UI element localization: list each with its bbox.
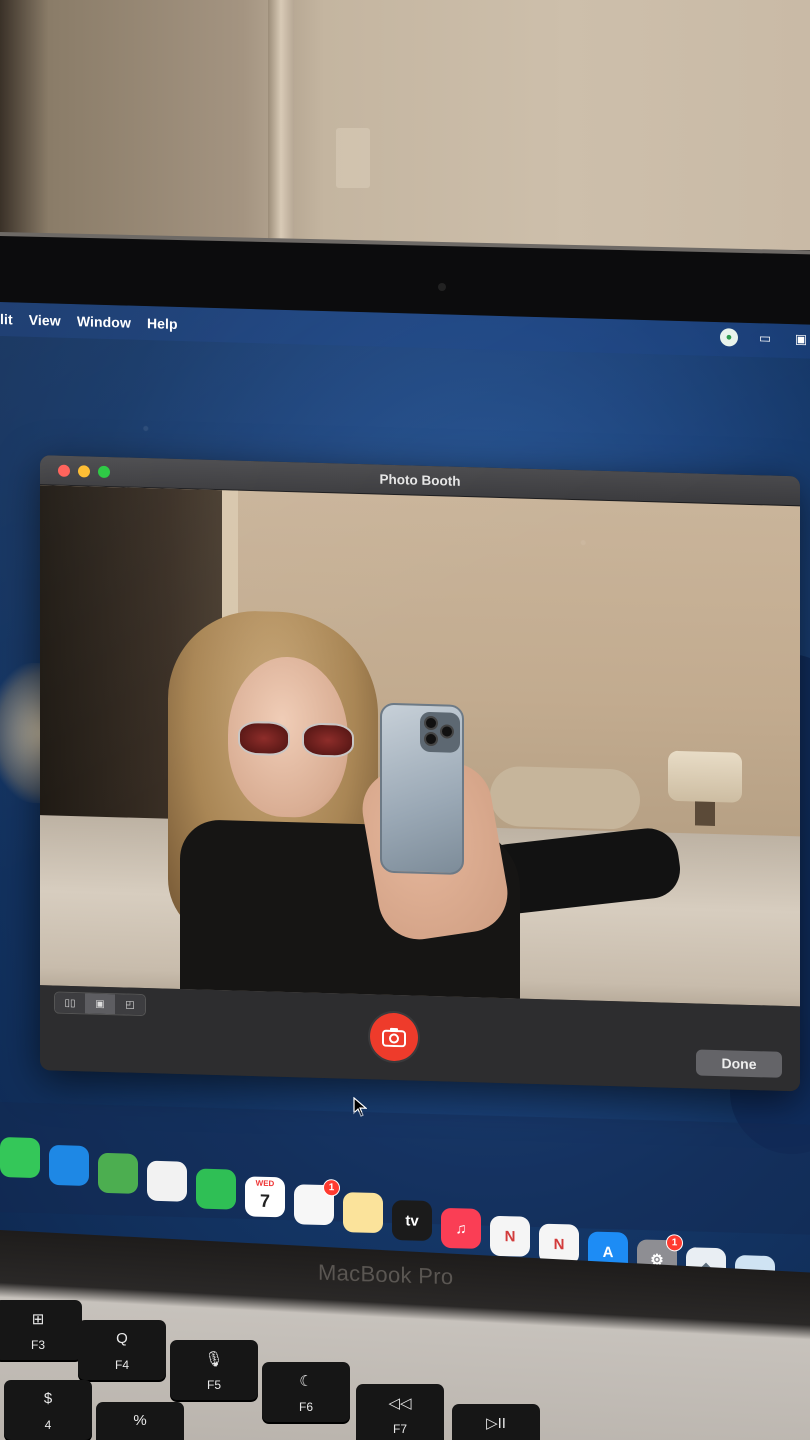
preview-pillow	[490, 765, 640, 830]
view-mode-toggle: ▯▯ ▣ ◰	[54, 991, 146, 1017]
dock-calendar-icon[interactable]: WED 7	[245, 1176, 285, 1218]
preview-doorway	[40, 485, 225, 991]
split-view-icon[interactable]: ▯▯	[55, 992, 85, 1014]
dock-icon-label: ♫	[455, 1219, 467, 1238]
menu-window[interactable]: Window	[77, 313, 131, 331]
minimize-button[interactable]	[78, 464, 90, 478]
calendar-day-label: WED	[255, 1178, 275, 1189]
preview-door-frame	[222, 490, 238, 991]
dock-icon-label: N	[553, 1235, 565, 1253]
photo-booth-window: Photo Booth ▯▯ ▣ ◰ Done	[40, 455, 800, 1092]
phone-lens	[424, 731, 438, 747]
key-label: F7	[392, 1422, 407, 1436]
dock-messages-icon[interactable]	[0, 1137, 40, 1179]
dock-notes-icon[interactable]	[343, 1192, 383, 1234]
dock-facetime-icon[interactable]	[196, 1168, 236, 1210]
key-percent[interactable]: %	[96, 1402, 184, 1440]
window-controls	[58, 464, 110, 478]
key-symbol: ▷II	[486, 1415, 506, 1432]
preview-person-legs	[476, 825, 684, 918]
phone-lens	[424, 715, 438, 731]
preview-person-hair	[168, 608, 378, 945]
preview-bed	[40, 815, 800, 1007]
room-wall	[0, 0, 810, 250]
key-symbol: ☾	[299, 1373, 313, 1390]
photo-booth-toolbar: ▯▯ ▣ ◰ Done	[40, 985, 800, 1092]
key-4[interactable]: $4	[4, 1380, 92, 1440]
status-app-icon[interactable]: ●	[720, 328, 738, 347]
dock: WED71tv♫NNA⚙1◆	[0, 1102, 810, 1297]
preview-sunglasses-left	[238, 720, 290, 757]
dock-icon-label: 7	[259, 1190, 270, 1211]
key-symbol: ◁◁	[388, 1395, 412, 1412]
preview-person-face	[228, 655, 348, 819]
key-label: 4	[44, 1418, 52, 1432]
dock-reminders-icon[interactable]: 1	[294, 1179, 340, 1226]
laptop-brand: MacBook Pro	[318, 1259, 454, 1290]
dock-news-icon[interactable]: N	[490, 1215, 530, 1257]
dock-mail-icon[interactable]	[49, 1144, 89, 1186]
dock-icon-label: A	[602, 1243, 614, 1261]
keyboard: ⊞ F3 Q F4 🎙 F5 ☾ F6 ◁◁ F7 ▷IIF8 $4%	[0, 1300, 810, 1440]
fullscreen-view-icon[interactable]: ◰	[115, 994, 145, 1016]
key-symbol: 🎙	[204, 1351, 224, 1368]
preview-lamp	[668, 750, 742, 803]
light-switch	[336, 128, 370, 188]
dock-icon-label: tv	[405, 1211, 419, 1230]
window-title: Photo Booth	[379, 471, 461, 489]
notification-badge: 1	[666, 1234, 683, 1252]
preview-hand	[356, 757, 514, 945]
wallpaper-shape	[730, 652, 810, 1156]
control-center-icon[interactable]: ▣	[792, 330, 810, 349]
zoom-button[interactable]	[98, 465, 110, 478]
lamp-glare	[0, 661, 100, 805]
phone-lens	[440, 724, 454, 739]
close-button[interactable]	[58, 464, 70, 477]
door-frame	[268, 0, 294, 250]
menu-help[interactable]: Help	[147, 315, 178, 332]
preview-sunglasses-right	[302, 722, 354, 758]
dock-apple-tv-icon[interactable]: tv	[392, 1199, 432, 1242]
menu-edit[interactable]: lit	[0, 311, 13, 327]
key-f8[interactable]: ▷IIF8	[452, 1404, 540, 1440]
status-area: ● ▭ ▣	[720, 328, 810, 349]
key-f4[interactable]: Q F4	[78, 1320, 166, 1380]
take-photo-button[interactable]	[370, 1012, 418, 1062]
dock-photos-icon[interactable]	[147, 1160, 187, 1202]
key-symbol: %	[133, 1412, 147, 1429]
notification-badge: 1	[323, 1179, 340, 1197]
key-f6[interactable]: ☾ F6	[262, 1362, 350, 1422]
key-label: F5	[206, 1378, 221, 1392]
dock-icon-label: N	[504, 1227, 516, 1245]
camera-icon	[382, 1027, 406, 1048]
phone-camera-bump	[420, 711, 460, 753]
key-label: F6	[298, 1400, 313, 1414]
key-label: F3	[30, 1338, 45, 1352]
key-symbol: ⊞	[31, 1311, 45, 1328]
key-f7[interactable]: ◁◁ F7	[356, 1384, 444, 1440]
camera-preview	[40, 485, 800, 1007]
menu-view[interactable]: View	[29, 312, 61, 329]
desktop-screen: lit View Window Help ● ▭ ▣ Photo Booth ▯…	[0, 302, 810, 1345]
dock-maps-icon[interactable]	[98, 1152, 138, 1194]
dock-music-icon[interactable]: ♫	[441, 1207, 481, 1249]
key-label: F4	[114, 1358, 129, 1372]
title-bar[interactable]: Photo Booth	[40, 455, 800, 507]
airplay-icon[interactable]: ▭	[756, 329, 774, 348]
preview-lamp-base	[695, 801, 715, 826]
mouse-pointer-icon	[353, 1096, 367, 1117]
photo-view-icon[interactable]: ▣	[85, 993, 115, 1015]
webcam	[438, 283, 446, 291]
preview-phone	[380, 702, 464, 875]
key-symbol: $	[43, 1390, 53, 1407]
done-button[interactable]: Done	[696, 1049, 782, 1078]
key-symbol: Q	[116, 1330, 128, 1347]
key-f5[interactable]: 🎙 F5	[170, 1340, 258, 1400]
key-f3[interactable]: ⊞ F3	[0, 1300, 82, 1360]
preview-person-body	[180, 819, 520, 1007]
